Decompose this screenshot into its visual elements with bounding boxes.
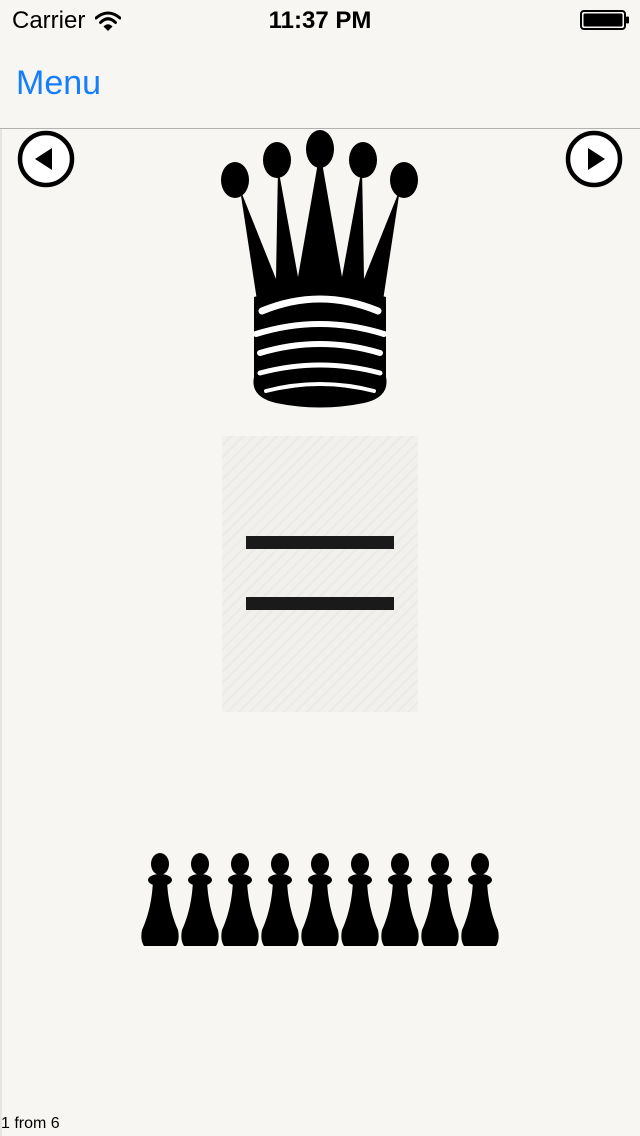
chess-pawn-icon bbox=[301, 853, 339, 946]
chess-pawn-icon bbox=[421, 853, 459, 946]
chess-pawn-icon bbox=[141, 853, 179, 946]
chess-pawn-icon bbox=[381, 853, 419, 946]
arrow-right-circle-icon[interactable] bbox=[564, 129, 624, 189]
page-indicator: 1 from 6 bbox=[1, 1115, 60, 1132]
left-edge-divider bbox=[0, 129, 2, 1136]
status-bar: Carrier 11:37 PM bbox=[0, 0, 640, 40]
pawns-row bbox=[140, 850, 500, 948]
arrow-left-circle-icon[interactable] bbox=[16, 129, 76, 189]
chess-pawn-icon bbox=[181, 853, 219, 946]
chess-pawn-icon bbox=[461, 853, 499, 946]
chess-pawn-icon bbox=[341, 853, 379, 946]
battery-full-icon bbox=[580, 10, 629, 30]
chess-pawn-icon bbox=[221, 853, 259, 946]
status-time: 11:37 PM bbox=[268, 7, 372, 34]
chess-queen-icon bbox=[221, 130, 418, 408]
chess-pawn-icon bbox=[261, 853, 299, 946]
equals-bar-top bbox=[246, 536, 394, 549]
equals-sign-icon bbox=[222, 436, 418, 712]
navigation-bar: Menu bbox=[0, 40, 640, 129]
equals-bar-bottom bbox=[246, 597, 394, 610]
menu-button[interactable]: Menu bbox=[16, 64, 101, 103]
